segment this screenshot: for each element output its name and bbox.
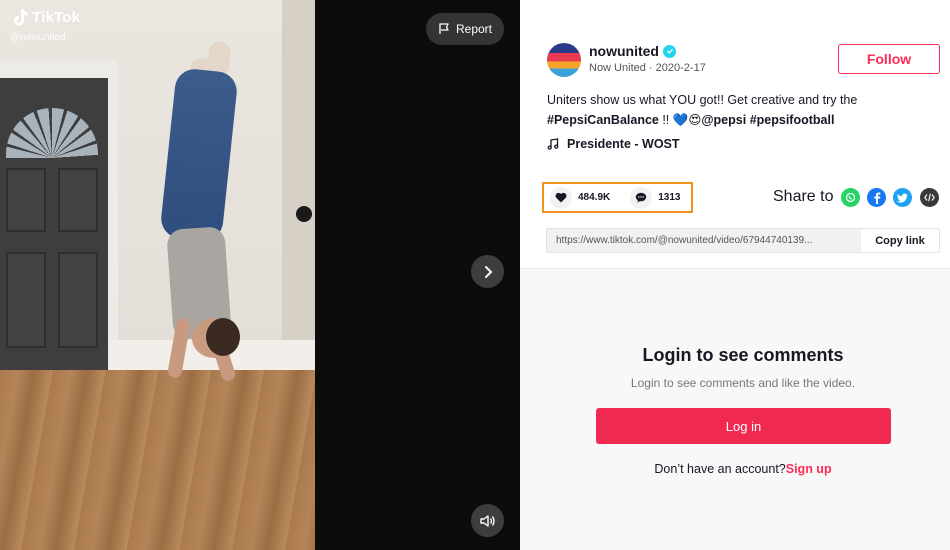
speaker-icon	[479, 514, 495, 527]
hashtag-link[interactable]: #PepsiCanBalance	[547, 113, 659, 127]
video-handle: @nowunited	[10, 32, 66, 43]
video-info-panel: nowunited Now United · 2020-2-17 Follow …	[520, 0, 950, 550]
signup-link[interactable]: Sign up	[786, 462, 832, 476]
author-display-name: Now United	[589, 62, 646, 74]
person-hair	[206, 318, 240, 356]
login-button[interactable]: Log in	[596, 408, 891, 444]
follow-button[interactable]: Follow	[838, 44, 940, 74]
embed-icon[interactable]	[920, 188, 939, 207]
whatsapp-icon[interactable]	[841, 188, 860, 207]
music-link[interactable]: Presidente - WOST	[547, 137, 680, 151]
report-label: Report	[455, 22, 493, 36]
mention-link[interactable]: @pepsi	[701, 113, 746, 127]
like-count: 484.9K	[578, 192, 611, 203]
post-date: 2020-2-17	[655, 62, 706, 74]
hashtag-link[interactable]: #pepsifootball	[750, 113, 835, 127]
logo-text: TikTok	[32, 8, 81, 26]
video-caption: Uniters show us what YOU got!! Get creat…	[547, 90, 927, 130]
author-username: nowunited	[589, 43, 659, 59]
video-frame	[0, 0, 315, 550]
heart-icon[interactable]	[550, 186, 572, 209]
wood-floor	[0, 370, 315, 550]
video-player[interactable]: TikTok @nowunited Report	[0, 0, 520, 550]
login-subtitle: Login to see comments and like the video…	[630, 376, 856, 390]
like-stat[interactable]: 484.9K	[550, 186, 611, 209]
music-note-icon	[547, 138, 559, 150]
door-panel	[6, 252, 46, 348]
report-button[interactable]: Report	[426, 13, 504, 45]
tiktok-logo[interactable]: TikTok	[12, 8, 80, 26]
door-panel	[6, 168, 46, 232]
person-legs	[159, 67, 239, 243]
meta-separator: ·	[648, 62, 656, 74]
comment-stat[interactable]: 1313	[630, 186, 681, 209]
engagement-stats: 484.9K 1313	[542, 182, 693, 213]
signup-prompt: Don’t have an account?Sign up	[520, 462, 950, 476]
author-name[interactable]: nowunited	[589, 43, 676, 59]
flag-icon	[439, 23, 449, 34]
author-meta: Now United · 2020-2-17	[589, 62, 706, 74]
door-panel	[58, 252, 98, 348]
door-knob	[296, 206, 312, 222]
music-title: Presidente - WOST	[567, 137, 680, 151]
login-title: Login to see comments	[642, 345, 844, 365]
caption-emoji: !! 💙😍	[658, 113, 702, 127]
tiktok-note-icon	[14, 9, 28, 26]
next-video-button[interactable]	[471, 255, 504, 288]
sound-toggle-button[interactable]	[471, 504, 504, 537]
comments-section: Login to see comments Login to see comme…	[520, 268, 950, 550]
chevron-right-icon	[484, 265, 492, 278]
copy-link-button[interactable]: Copy link	[861, 229, 939, 252]
share-label: Share to	[773, 188, 834, 205]
avatar[interactable]	[547, 43, 581, 77]
verified-badge-icon	[663, 44, 676, 58]
share-link-row: https://www.tiktok.com/@nowunited/video/…	[546, 228, 940, 253]
door-panel	[58, 168, 98, 232]
comment-icon[interactable]	[630, 186, 653, 209]
no-account-text: Don’t have an account?	[654, 462, 786, 476]
video-link-field[interactable]: https://www.tiktok.com/@nowunited/video/…	[547, 229, 861, 252]
twitter-icon[interactable]	[893, 188, 912, 207]
caption-text: Uniters show us what YOU got!! Get creat…	[547, 93, 858, 107]
comment-count: 1313	[658, 192, 681, 203]
facebook-icon[interactable]	[867, 188, 886, 207]
